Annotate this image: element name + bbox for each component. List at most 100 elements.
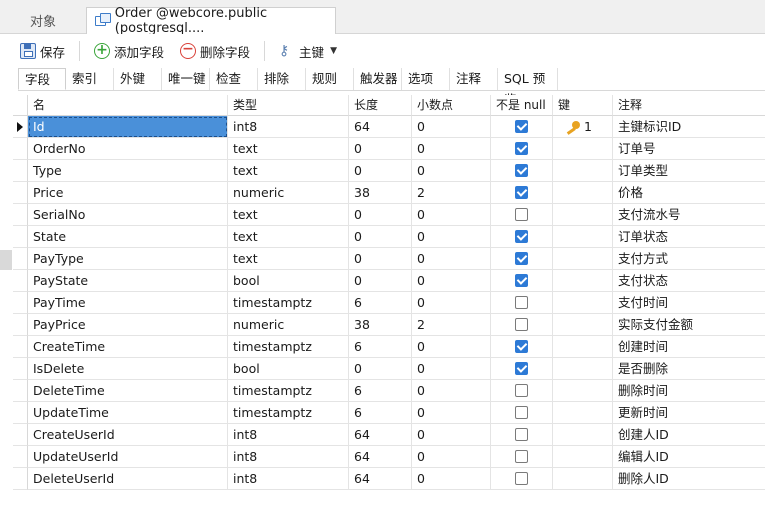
table-row[interactable]: CreateTime timestamptz 6 0 创建时间 (13, 336, 765, 358)
field-decimals-cell[interactable]: 0 (412, 446, 491, 468)
table-row[interactable]: IsDelete bool 0 0 是否删除 (13, 358, 765, 380)
field-decimals-cell[interactable]: 0 (412, 292, 491, 314)
row-indicator[interactable] (13, 116, 28, 138)
field-length-cell[interactable]: 6 (349, 292, 412, 314)
field-key-cell[interactable] (553, 468, 613, 490)
table-row[interactable]: PayPrice numeric 38 2 实际支付金额 (13, 314, 765, 336)
field-not-null-cell[interactable] (491, 204, 553, 226)
field-name-cell[interactable]: PayTime (28, 292, 228, 314)
table-row[interactable]: SerialNo text 0 0 支付流水号 (13, 204, 765, 226)
not-null-checkbox[interactable] (515, 142, 528, 155)
row-indicator[interactable] (13, 314, 28, 336)
not-null-checkbox[interactable] (515, 208, 528, 221)
delete-field-button[interactable]: − 删除字段 (178, 38, 252, 64)
field-type-cell[interactable]: int8 (228, 116, 349, 138)
tab-checks[interactable]: 检查 (210, 68, 258, 90)
not-null-checkbox[interactable] (515, 318, 528, 331)
row-indicator[interactable] (13, 160, 28, 182)
field-comment-cell[interactable]: 支付方式 (613, 248, 765, 270)
field-comment-cell[interactable]: 创建人ID (613, 424, 765, 446)
field-not-null-cell[interactable] (491, 248, 553, 270)
column-header-length[interactable]: 长度 (349, 95, 412, 116)
field-length-cell[interactable]: 6 (349, 380, 412, 402)
row-indicator[interactable] (13, 336, 28, 358)
field-not-null-cell[interactable] (491, 182, 553, 204)
field-key-cell[interactable]: 1 (553, 116, 613, 138)
field-key-cell[interactable] (553, 292, 613, 314)
column-header-type[interactable]: 类型 (228, 95, 349, 116)
column-header-comment[interactable]: 注释 (613, 95, 765, 116)
field-type-cell[interactable]: text (228, 248, 349, 270)
row-indicator[interactable] (13, 270, 28, 292)
tab-table-design[interactable]: Order @webcore.public (postgresql.... (86, 6, 336, 36)
tab-options[interactable]: 选项 (402, 68, 450, 90)
field-name-cell[interactable]: CreateUserId (28, 424, 228, 446)
field-decimals-cell[interactable]: 0 (412, 248, 491, 270)
not-null-checkbox[interactable] (515, 186, 528, 199)
not-null-checkbox[interactable] (515, 450, 528, 463)
field-not-null-cell[interactable] (491, 160, 553, 182)
field-name-cell[interactable]: Type (28, 160, 228, 182)
field-comment-cell[interactable]: 主键标识ID (613, 116, 765, 138)
tab-foreign-keys[interactable]: 外键 (114, 68, 162, 90)
field-type-cell[interactable]: timestamptz (228, 292, 349, 314)
not-null-checkbox[interactable] (515, 406, 528, 419)
field-not-null-cell[interactable] (491, 314, 553, 336)
field-length-cell[interactable]: 0 (349, 248, 412, 270)
row-indicator[interactable] (13, 248, 28, 270)
field-length-cell[interactable]: 6 (349, 402, 412, 424)
tab-indexes[interactable]: 索引 (66, 68, 114, 90)
row-indicator[interactable] (13, 402, 28, 424)
field-length-cell[interactable]: 6 (349, 336, 412, 358)
field-not-null-cell[interactable] (491, 226, 553, 248)
field-decimals-cell[interactable]: 0 (412, 468, 491, 490)
field-name-cell[interactable]: UpdateTime (28, 402, 228, 424)
not-null-checkbox[interactable] (515, 120, 528, 133)
field-key-cell[interactable] (553, 138, 613, 160)
field-length-cell[interactable]: 0 (349, 204, 412, 226)
field-length-cell[interactable]: 38 (349, 182, 412, 204)
field-not-null-cell[interactable] (491, 402, 553, 424)
field-name-cell[interactable]: PayPrice (28, 314, 228, 336)
column-header-decimals[interactable]: 小数点 (412, 95, 491, 116)
field-name-cell[interactable]: Price (28, 182, 228, 204)
field-length-cell[interactable]: 0 (349, 138, 412, 160)
field-not-null-cell[interactable] (491, 446, 553, 468)
column-header-name[interactable]: 名 (28, 95, 228, 116)
table-row[interactable]: Type text 0 0 订单类型 (13, 160, 765, 182)
field-length-cell[interactable]: 0 (349, 160, 412, 182)
table-row[interactable]: Price numeric 38 2 价格 (13, 182, 765, 204)
row-indicator[interactable] (13, 358, 28, 380)
field-key-cell[interactable] (553, 270, 613, 292)
field-name-cell[interactable]: Id (28, 116, 228, 138)
field-comment-cell[interactable]: 订单号 (613, 138, 765, 160)
field-not-null-cell[interactable] (491, 138, 553, 160)
field-not-null-cell[interactable] (491, 270, 553, 292)
field-comment-cell[interactable]: 删除人ID (613, 468, 765, 490)
table-row[interactable]: UpdateUserId int8 64 0 编辑人ID (13, 446, 765, 468)
field-type-cell[interactable]: bool (228, 270, 349, 292)
field-name-cell[interactable]: UpdateUserId (28, 446, 228, 468)
field-length-cell[interactable]: 64 (349, 446, 412, 468)
field-length-cell[interactable]: 38 (349, 314, 412, 336)
table-row[interactable]: OrderNo text 0 0 订单号 (13, 138, 765, 160)
not-null-checkbox[interactable] (515, 384, 528, 397)
field-decimals-cell[interactable]: 2 (412, 182, 491, 204)
row-indicator[interactable] (13, 204, 28, 226)
field-comment-cell[interactable]: 支付状态 (613, 270, 765, 292)
field-key-cell[interactable] (553, 314, 613, 336)
table-row[interactable]: State text 0 0 订单状态 (13, 226, 765, 248)
table-row[interactable]: PayState bool 0 0 支付状态 (13, 270, 765, 292)
tab-sql-preview[interactable]: SQL 预览 (498, 68, 558, 107)
not-null-checkbox[interactable] (515, 296, 528, 309)
table-row[interactable]: UpdateTime timestamptz 6 0 更新时间 (13, 402, 765, 424)
field-decimals-cell[interactable]: 0 (412, 380, 491, 402)
table-row[interactable]: CreateUserId int8 64 0 创建人ID (13, 424, 765, 446)
field-key-cell[interactable] (553, 226, 613, 248)
tab-triggers[interactable]: 触发器 (354, 68, 402, 90)
field-name-cell[interactable]: OrderNo (28, 138, 228, 160)
row-indicator[interactable] (13, 182, 28, 204)
field-comment-cell[interactable]: 支付流水号 (613, 204, 765, 226)
table-row[interactable]: DeleteUserId int8 64 0 删除人ID (13, 468, 765, 490)
field-key-cell[interactable] (553, 160, 613, 182)
